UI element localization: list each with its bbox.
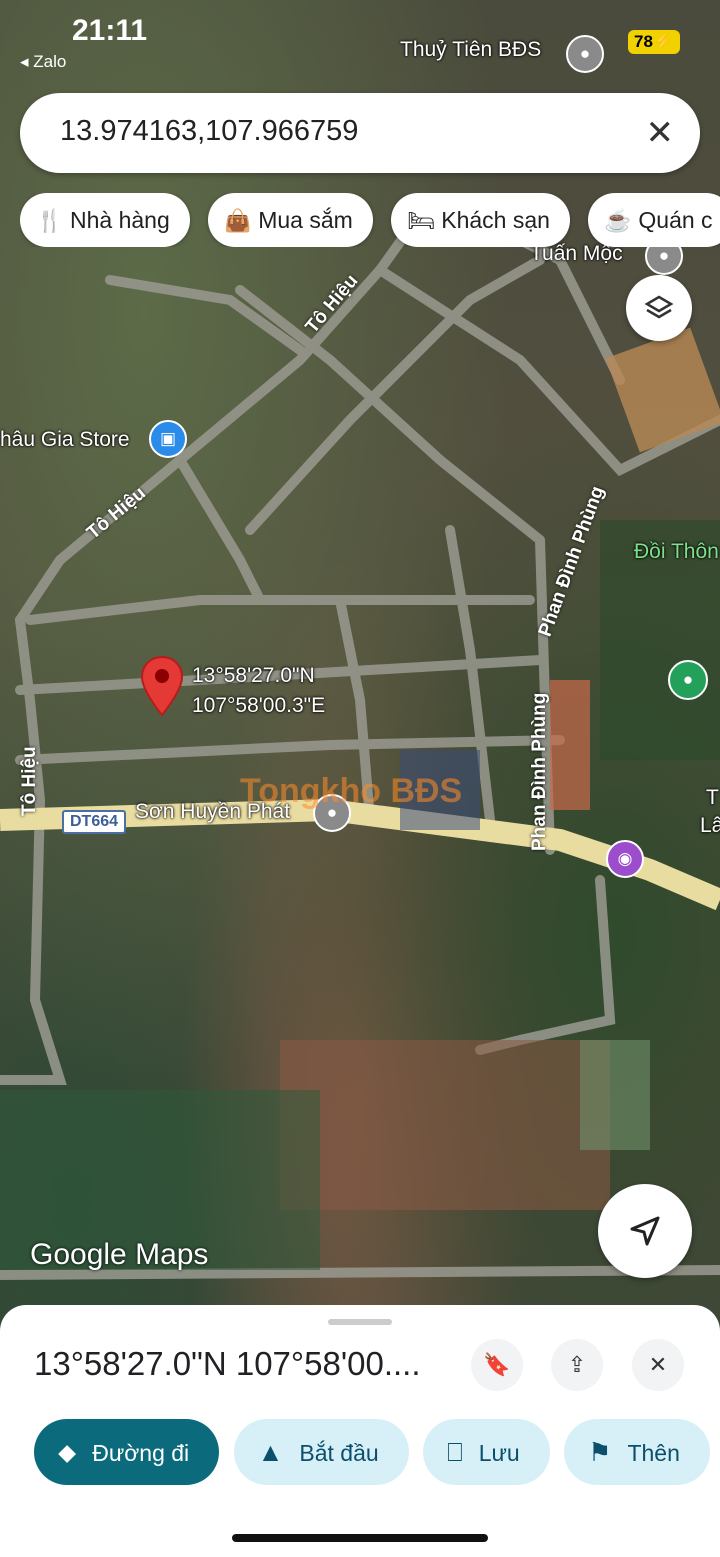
pin-latitude-label: 13°58'27.0"N [192, 664, 315, 687]
action-label: Đường đi [92, 1440, 190, 1466]
chip-hotels[interactable]: 🛏 Khách sạn [391, 193, 570, 247]
action-label: Thên [627, 1440, 680, 1466]
place-label-doi-thong[interactable]: Đồi Thôn [634, 540, 719, 564]
restaurant-icon: 🍴 [36, 208, 64, 233]
action-label: Lưu [478, 1440, 520, 1466]
place-label-thuy-tien[interactable]: Thuỷ Tiên BĐS [400, 38, 541, 62]
layers-icon [644, 295, 674, 319]
map-pin-icon [140, 655, 184, 717]
chip-shopping[interactable]: 👜 Mua sắm [208, 193, 373, 247]
google-maps-logo: Google Maps [30, 1238, 209, 1271]
flag-icon: ⚑ [588, 1437, 612, 1467]
back-to-app-link[interactable]: ◂ Zalo [20, 52, 66, 72]
cafe-icon: ☕ [604, 208, 632, 233]
status-time: 21:11 [72, 14, 148, 47]
chip-label: Nhà hàng [70, 207, 170, 233]
directions-icon: ⬥ [58, 1437, 77, 1467]
dropped-pin[interactable] [140, 655, 184, 719]
chip-label: Quán c [638, 207, 713, 233]
navigation-arrow-icon [630, 1216, 660, 1246]
watermark: Tongkho BĐS [240, 772, 463, 810]
hotel-icon: 🛏 [407, 208, 436, 233]
directions-button[interactable]: ⬥ Đường đi [34, 1419, 220, 1485]
shopping-bag-icon[interactable]: ▣ [149, 420, 187, 458]
place-pin-icon[interactable]: ● [566, 35, 604, 73]
place-label-lam: Lâ [700, 814, 720, 837]
navigation-arrow-icon: ▲ [257, 1437, 284, 1467]
shopping-bag-icon: 👜 [224, 208, 252, 233]
share-icon: ⇪ [567, 1352, 587, 1377]
chip-label: Khách sạn [441, 207, 550, 233]
bookmark-icon: ⎕ [447, 1437, 463, 1467]
save-button[interactable]: ⎕ Lưu [423, 1419, 550, 1485]
route-shield-dt664: DT664 [62, 810, 127, 834]
action-label: Bắt đầu [299, 1440, 379, 1466]
road-label-to-hieu: Tô Hiệu [19, 746, 40, 816]
road-label-phan-dinh-phung: Phan Đình Phùng [529, 692, 550, 851]
camera-icon[interactable]: ◉ [606, 840, 644, 878]
park-pin-icon[interactable]: ● [668, 660, 708, 700]
place-label-t: T [706, 786, 719, 809]
battery-indicator: 78⚡ [628, 30, 681, 54]
start-button[interactable]: ▲ Bắt đầu [233, 1419, 409, 1485]
share-button[interactable]: ⇪ [551, 1339, 603, 1391]
chip-cafe[interactable]: ☕ Quán c [588, 193, 720, 247]
close-icon: ✕ [648, 1352, 668, 1377]
bookmark-icon: 🔖 [483, 1352, 511, 1377]
action-buttons: ⬥ Đường đi ▲ Bắt đầu ⎕ Lưu ⚑ Thên [34, 1419, 720, 1485]
layers-button[interactable] [626, 275, 692, 341]
close-sheet-button[interactable]: ✕ [632, 1339, 684, 1391]
place-label-chau-gia-store[interactable]: hâu Gia Store [0, 428, 130, 452]
place-title: 13°58'27.0"N 107°58'00.... [34, 1345, 421, 1382]
pin-longitude-label: 107°58'00.3"E [192, 694, 326, 717]
battery-level: 78 [634, 32, 653, 51]
add-button[interactable]: ⚑ Thên [564, 1419, 710, 1485]
search-bar[interactable]: 13.974163,107.966759 ✕ [20, 93, 700, 173]
back-app-label: Zalo [33, 52, 67, 71]
my-location-button[interactable] [598, 1184, 692, 1278]
search-query[interactable]: 13.974163,107.966759 [60, 115, 358, 148]
save-bookmark-button[interactable]: 🔖 [471, 1339, 523, 1391]
home-indicator[interactable] [232, 1534, 488, 1542]
drag-handle[interactable] [328, 1319, 392, 1325]
chip-label: Mua sắm [258, 207, 353, 233]
category-chips: 🍴 Nhà hàng 👜 Mua sắm 🛏 Khách sạn ☕ Quán c [20, 193, 720, 247]
place-bottom-sheet[interactable]: 13°58'27.0"N 107°58'00.... 🔖 ⇪ ✕ ⬥ Đường … [0, 1305, 720, 1557]
close-icon[interactable]: ✕ [646, 113, 675, 153]
chip-restaurants[interactable]: 🍴 Nhà hàng [20, 193, 190, 247]
